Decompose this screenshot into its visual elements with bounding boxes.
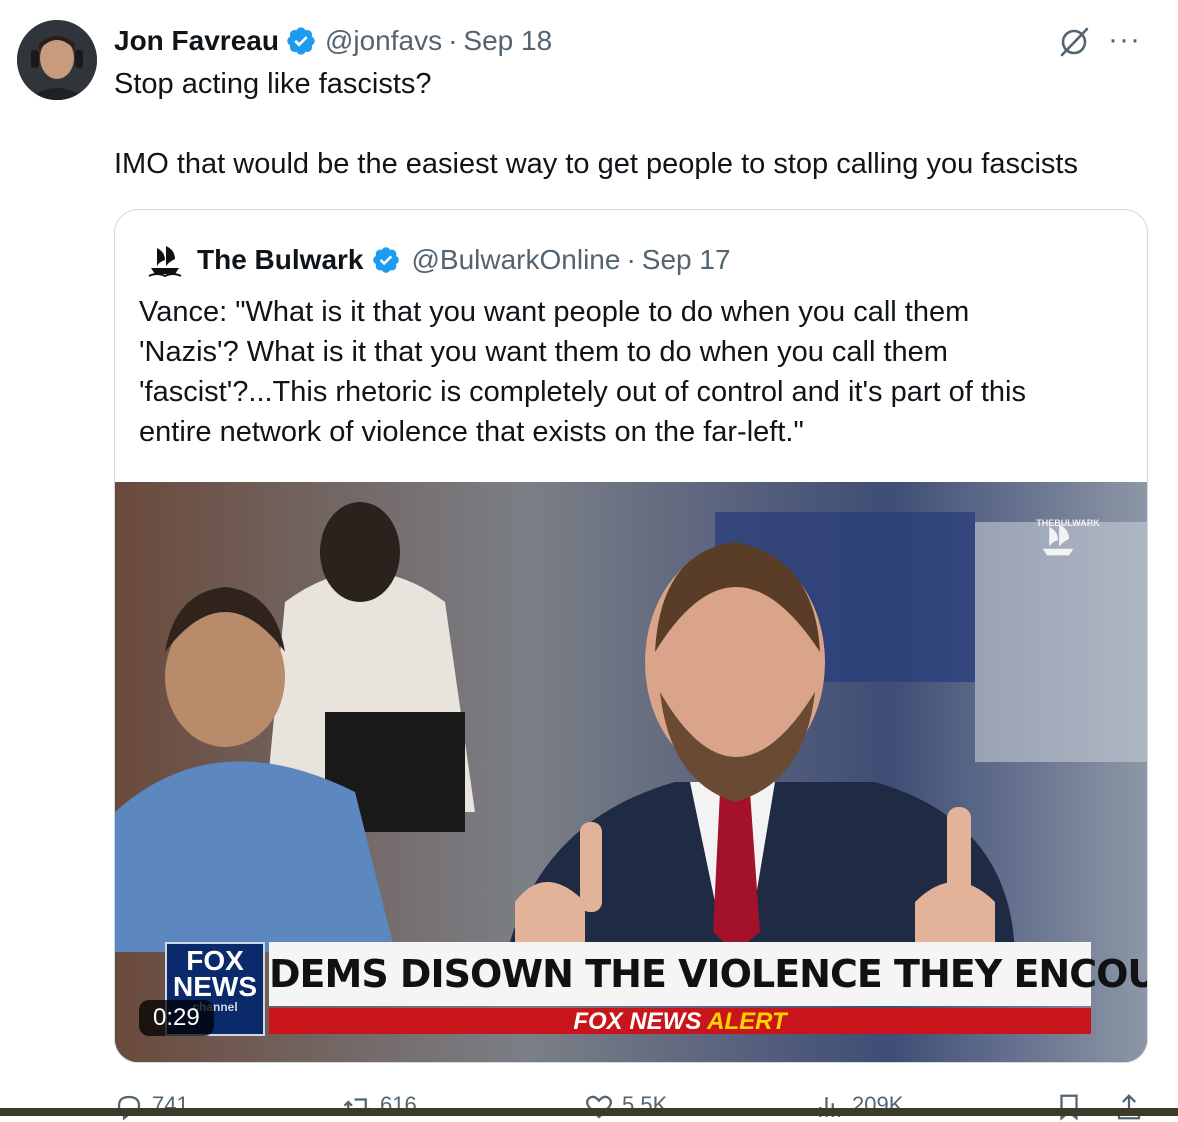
author-name[interactable]: Jon Favreau [114, 25, 279, 57]
verified-badge-icon [287, 27, 315, 55]
like-button[interactable]: 5.5K [584, 1092, 667, 1122]
bottom-edge [0, 1108, 1178, 1116]
avatar-image [17, 20, 97, 100]
more-icon[interactable]: ··· [1108, 20, 1148, 60]
video-player[interactable]: THEBULWARK FOX NEWS channel DEMS DISOWN … [115, 482, 1147, 1062]
repost-icon [343, 1098, 371, 1116]
tweet-date[interactable]: Sep 18 [463, 25, 552, 57]
chyron-headline: DEMS DISOWN THE VIOLENCE THEY ENCOURAGE [269, 942, 1147, 1006]
quote-text-line: entire network of violence that exists o… [139, 416, 804, 448]
bulwark-ship-icon [1042, 524, 1074, 556]
author-avatar[interactable] [17, 20, 97, 100]
tweet-header: Jon Favreau @jonfavs · Sep 18 [114, 22, 552, 60]
verified-badge-icon [373, 247, 400, 273]
repost-button[interactable]: 616 [342, 1092, 417, 1122]
quote-text-line: 'fascist'?...This rhetoric is completely… [139, 376, 1026, 408]
tweet-text: Stop acting like fascists? IMO that woul… [114, 64, 1164, 184]
action-bar: 741 616 5.5K 209K [114, 1092, 1154, 1122]
views-button[interactable]: 209K [814, 1092, 903, 1122]
quote-text-line: 'Nazis'? What is it that you want them t… [139, 336, 948, 368]
quote-author-name[interactable]: The Bulwark [197, 244, 363, 276]
reply-button[interactable]: 741 [114, 1092, 189, 1122]
bulwark-ship-icon [145, 240, 185, 280]
like-icon [586, 1095, 612, 1119]
video-duration: 0:29 [139, 1000, 214, 1036]
video-watermark: THEBULWARK [1033, 518, 1103, 556]
bookmark-icon [1060, 1094, 1078, 1121]
quote-header: The Bulwark @BulwarkOnline · Sep 17 [145, 240, 731, 280]
views-icon [819, 1097, 841, 1117]
share-icon [1117, 1094, 1141, 1120]
alert-prefix: FOX NEWS [573, 1008, 708, 1035]
grok-icon[interactable] [1056, 24, 1092, 60]
share-button[interactable] [1114, 1092, 1144, 1122]
separator-dot: · [448, 25, 458, 56]
bookmark-button[interactable] [1054, 1092, 1084, 1122]
quote-date[interactable]: Sep 17 [642, 244, 731, 276]
tweet-text-line: IMO that would be the easiest way to get… [114, 148, 1078, 180]
quote-author-handle[interactable]: @BulwarkOnline [411, 244, 620, 276]
quote-text-line: Vance: "What is it that you want people … [139, 296, 970, 328]
separator-dot: · [626, 244, 636, 275]
logo-text-bottom: NEWS [173, 971, 257, 1002]
reply-icon [117, 1095, 141, 1121]
tweet-text-line: Stop acting like fascists? [114, 68, 432, 100]
alert-word: ALERT [707, 1008, 787, 1035]
quote-tweet-card[interactable]: The Bulwark @BulwarkOnline · Sep 17 Vanc… [114, 209, 1148, 1063]
quote-text: Vance: "What is it that you want people … [139, 292, 1129, 452]
author-handle[interactable]: @jonfavs [325, 25, 442, 57]
chyron-alert-bar: FOX NEWS ALERT [269, 1008, 1091, 1035]
